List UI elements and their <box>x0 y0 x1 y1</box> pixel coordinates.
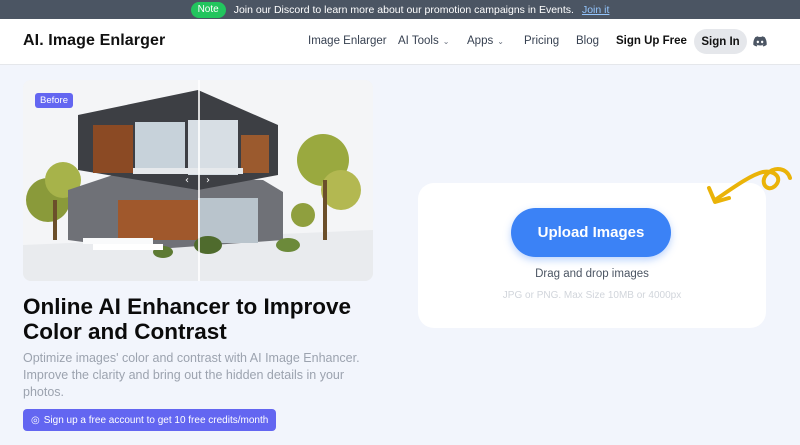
site-header: AI. Image Enlarger Image Enlarger AI Too… <box>0 19 800 65</box>
cta-label: Sign up a free account to get 10 free cr… <box>43 414 269 426</box>
arrow-doodle-icon <box>707 167 792 204</box>
nav-pricing[interactable]: Pricing <box>524 35 559 47</box>
nav-apps[interactable]: Apps ⌄ <box>467 35 504 47</box>
nav-label: Image Enlarger <box>308 35 387 47</box>
nav-blog[interactable]: Blog <box>576 35 599 47</box>
before-badge: Before <box>35 93 73 108</box>
nav-image-enlarger[interactable]: Image Enlarger <box>308 35 387 47</box>
before-after-image[interactable]: ‹ › <box>23 80 373 281</box>
file-limits-text: JPG or PNG. Max Size 10MB or 4000px <box>502 290 682 301</box>
note-badge: Note <box>190 1 226 18</box>
page-description: Optimize images' color and contrast with… <box>23 351 360 399</box>
upload-images-button[interactable]: Upload Images <box>511 208 671 257</box>
drag-drop-hint: Drag and drop images <box>535 268 649 280</box>
sign-in-button[interactable]: Sign In <box>694 29 747 54</box>
page-title: Online AI Enhancer to Improve Color and … <box>23 294 351 344</box>
nav-ai-tools[interactable]: AI Tools ⌄ <box>398 35 449 47</box>
chevron-down-icon: ⌄ <box>497 36 504 46</box>
sign-up-link[interactable]: Sign Up Free <box>616 35 687 47</box>
gift-icon: ◎ <box>31 414 40 426</box>
nav-label: AI Tools <box>398 35 439 47</box>
chevron-down-icon: ⌄ <box>442 36 450 46</box>
discord-icon[interactable] <box>753 36 767 47</box>
join-discord-link[interactable]: Join it <box>582 4 609 16</box>
nav-label: Apps <box>467 35 494 47</box>
site-logo[interactable]: AI. Image Enlarger <box>23 32 165 50</box>
house-illustration: ‹ › <box>23 80 373 281</box>
svg-text:‹: ‹ <box>185 175 189 186</box>
nav-label: Blog <box>576 35 600 47</box>
free-credits-button[interactable]: ◎ Sign up a free account to get 10 free … <box>23 409 277 431</box>
svg-text:›: › <box>206 175 210 186</box>
announcement-bar: Note Join our Discord to learn more abou… <box>0 0 800 19</box>
announcement-text: Join our Discord to learn more about our… <box>233 3 574 16</box>
nav-label: Pricing <box>524 35 560 47</box>
